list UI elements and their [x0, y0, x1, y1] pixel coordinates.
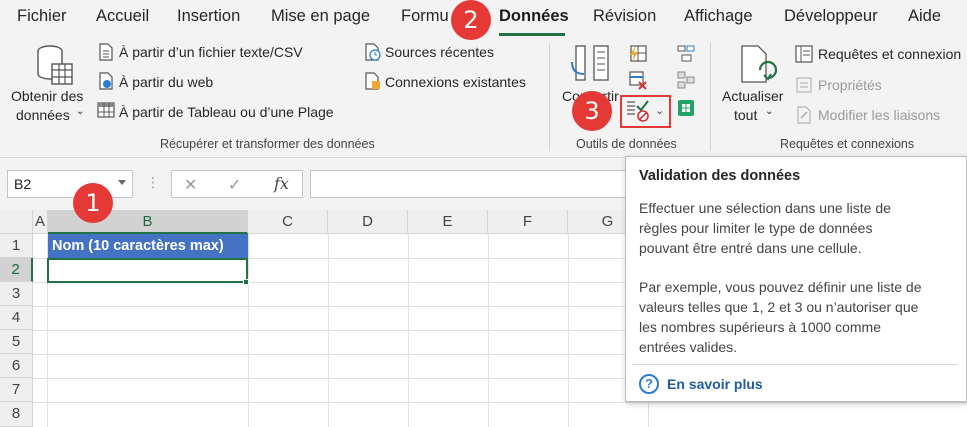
queries-connections-button[interactable]: Requêtes et connexion [818, 46, 961, 62]
name-box-dropdown-icon[interactable] [118, 180, 126, 185]
chevron-down-icon-refresh[interactable]: ⌄ [765, 106, 773, 117]
recent-sources-button[interactable]: Sources récentes [385, 44, 494, 60]
remove-duplicates-icon[interactable] [628, 70, 648, 95]
ribbon-separator [549, 43, 550, 151]
from-table-range-button[interactable]: À partir de Tableau ou d’une Plage [119, 104, 334, 120]
row-header-7[interactable]: 7 [0, 378, 33, 402]
existing-connections-button[interactable]: Connexions existantes [385, 74, 526, 90]
properties-icon [795, 76, 813, 99]
refresh-all-label-2[interactable]: tout [734, 107, 757, 123]
learn-more-link[interactable]: En savoir plus [667, 376, 763, 392]
properties-button[interactable]: Propriétés [818, 77, 882, 93]
tooltip-text-line: règles pour limiter le type de données [639, 220, 873, 236]
row-header-8[interactable]: 8 [0, 402, 33, 427]
data-model-icon[interactable] [676, 98, 696, 123]
row-header-6[interactable]: 6 [0, 354, 33, 378]
cancel-icon[interactable]: ✕ [184, 175, 197, 195]
tooltip-text-line: entrées valides. [639, 339, 738, 355]
cell-b2-selected[interactable] [47, 258, 248, 283]
callout-badge-1: 1 [73, 183, 113, 223]
tooltip-text-line: les nombres supérieurs à 1000 comme [639, 319, 882, 335]
vertical-dots-icon: ⋮ [146, 174, 160, 190]
tooltip-text-line: pouvant être entré dans une cellule. [639, 240, 862, 256]
column-header-f[interactable]: F [488, 210, 568, 234]
data-validation-tooltip: Validation des données Effectuer une sél… [625, 156, 967, 402]
enter-icon[interactable]: ✓ [228, 175, 241, 195]
from-web-button[interactable]: À partir du web [119, 74, 213, 90]
column-header-e[interactable]: E [408, 210, 488, 234]
tab-formules[interactable]: Formu [401, 7, 449, 26]
tooltip-title: Validation des données [639, 168, 801, 184]
text-to-columns-icon[interactable] [568, 44, 612, 89]
recent-sources-icon [364, 43, 382, 66]
edit-links-button[interactable]: Modifier les liaisons [818, 107, 940, 123]
get-data-label-1[interactable]: Obtenir des [11, 88, 83, 104]
row-header-3[interactable]: 3 [0, 282, 33, 306]
row-header-5[interactable]: 5 [0, 330, 33, 354]
row-header-1[interactable]: 1 [0, 234, 33, 258]
row-header-4[interactable]: 4 [0, 306, 33, 330]
tab-accueil[interactable]: Accueil [96, 7, 149, 26]
web-page-icon [98, 72, 114, 95]
formula-buttons: ✕ ✓ fx [171, 170, 303, 198]
flash-fill-icon[interactable] [628, 43, 648, 68]
refresh-all-icon[interactable] [738, 44, 778, 91]
tab-revision[interactable]: Révision [593, 7, 656, 26]
tab-affichage[interactable]: Affichage [684, 7, 753, 26]
existing-connections-icon [364, 72, 382, 95]
group-label-get-transform: Récupérer et transformer des données [160, 137, 375, 151]
row-header-2[interactable]: 2 [0, 258, 33, 282]
cell-b1[interactable]: Nom (10 caractères max) [48, 234, 248, 258]
tab-donnees[interactable]: Données [499, 7, 569, 26]
tooltip-text-line: Par exemple, vous pouvez définir une lis… [639, 279, 922, 295]
refresh-all-label-1[interactable]: Actualiser [722, 88, 783, 104]
tooltip-text-line: Effectuer une sélection dans une liste d… [639, 200, 891, 216]
select-all-corner[interactable] [0, 210, 33, 234]
chevron-down-icon[interactable]: ⌄ [76, 106, 84, 117]
database-table-icon[interactable] [34, 44, 74, 93]
tab-insertion[interactable]: Insertion [177, 7, 240, 26]
group-label-data-tools: Outils de données [576, 137, 677, 151]
tab-mise-en-page[interactable]: Mise en page [271, 7, 370, 26]
relationships-icon[interactable] [676, 70, 696, 95]
consolidate-icon[interactable] [676, 43, 696, 68]
name-box-value: B2 [14, 176, 32, 192]
column-header-d[interactable]: D [328, 210, 408, 234]
gridline [33, 402, 967, 403]
text-file-icon [98, 43, 114, 66]
tab-fichier[interactable]: Fichier [17, 7, 67, 26]
tooltip-divider [632, 364, 958, 365]
name-box[interactable]: B2 [7, 170, 133, 198]
callout-badge-3: 3 [572, 91, 612, 131]
highlight-box-data-validation [620, 95, 671, 128]
insert-function-icon[interactable]: fx [274, 174, 289, 193]
tab-developpeur[interactable]: Développeur [784, 7, 878, 26]
fill-handle[interactable] [243, 279, 249, 285]
group-label-queries-connections: Requêtes et connexions [780, 137, 915, 151]
callout-badge-2: 2 [451, 0, 491, 40]
help-circle-icon[interactable]: ? [639, 374, 659, 394]
queries-connections-icon [795, 45, 813, 68]
column-header-a[interactable]: A [33, 210, 48, 234]
column-header-c[interactable]: C [248, 210, 328, 234]
tab-aide[interactable]: Aide [908, 7, 941, 26]
ribbon-separator-2 [710, 43, 711, 151]
from-text-csv-button[interactable]: À partir d’un fichier texte/CSV [119, 44, 303, 60]
table-icon [97, 102, 115, 123]
get-data-label-2[interactable]: données [16, 107, 70, 123]
tooltip-text-line: valeurs telles que 1, 2 et 3 ou n’autori… [639, 299, 919, 315]
edit-links-icon [795, 106, 813, 129]
